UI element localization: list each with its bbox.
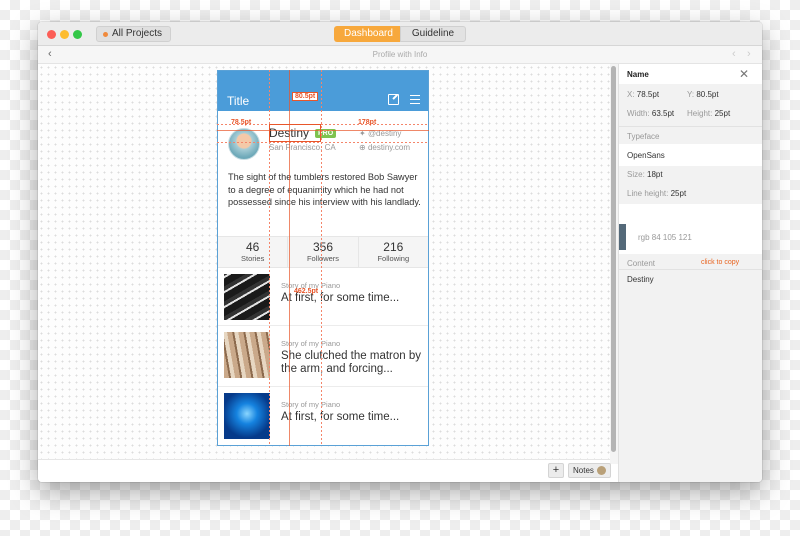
inspector-header: Name ✕ bbox=[619, 64, 762, 84]
inspector-title: Name bbox=[627, 70, 649, 79]
stat-stories[interactable]: 46 Stories bbox=[218, 237, 289, 267]
x-value[interactable]: 78.5pt bbox=[637, 90, 659, 99]
stat-label: Followers bbox=[306, 254, 340, 263]
color-swatch[interactable] bbox=[619, 224, 626, 250]
measure-bottom-label: 462.5pt bbox=[294, 288, 319, 295]
size-label: Size: bbox=[627, 170, 645, 179]
stat-value: 216 bbox=[383, 240, 404, 254]
content-value[interactable]: Destiny bbox=[627, 275, 654, 284]
story-item[interactable]: Story of my Piano At first, for some tim… bbox=[218, 269, 428, 326]
size-value[interactable]: 18pt bbox=[647, 170, 663, 179]
height-value[interactable]: 25pt bbox=[715, 109, 731, 118]
all-projects-button[interactable]: All Projects bbox=[96, 26, 172, 42]
guide-line bbox=[217, 142, 429, 143]
notes-badge-icon bbox=[596, 466, 606, 475]
width-label: Width: bbox=[627, 109, 650, 118]
divider bbox=[619, 269, 762, 270]
phone-artboard[interactable]: Title Destiny PRO San Francisco, CA ✦ @d… bbox=[217, 70, 429, 446]
stat-value: 46 bbox=[245, 240, 260, 254]
profile-bio: The sight of the tumblers restored Bob S… bbox=[228, 172, 421, 207]
measure-line bbox=[217, 130, 429, 131]
close-icon[interactable]: ✕ bbox=[739, 67, 749, 81]
inspector-panel: Name ✕ X: 78.5pt Y: 80.5pt Width: 63.5pt… bbox=[618, 64, 762, 482]
selection-box[interactable] bbox=[269, 124, 321, 142]
typeface-name: OpenSans bbox=[627, 151, 665, 160]
menu-icon[interactable] bbox=[410, 95, 420, 104]
stat-value: 356 bbox=[312, 240, 333, 254]
notes-label: Notes bbox=[573, 466, 594, 475]
zoom-window-button[interactable] bbox=[73, 30, 82, 39]
content-label: Content bbox=[627, 259, 656, 268]
page-bar: ‹ Profile with Info ‹ › bbox=[38, 46, 762, 64]
size-field: Size: 18pt bbox=[627, 170, 663, 179]
x-position: X: 78.5pt bbox=[627, 90, 659, 99]
lineheight-field: Line height: 25pt bbox=[627, 189, 686, 198]
story-thumbnail bbox=[224, 332, 270, 378]
typeface-label: Typeface bbox=[627, 132, 660, 141]
close-window-button[interactable] bbox=[47, 30, 56, 39]
y-position: Y: 80.5pt bbox=[687, 90, 719, 99]
guide-line bbox=[321, 70, 322, 446]
story-thumbnail bbox=[224, 393, 270, 439]
scrollbar-thumb[interactable] bbox=[611, 66, 616, 452]
copy-link[interactable]: click to copy bbox=[701, 259, 739, 266]
stat-following[interactable]: 216 Following bbox=[359, 237, 428, 267]
tab-dashboard[interactable]: Dashboard bbox=[334, 26, 400, 42]
measure-top-label: 80.5pt bbox=[292, 92, 319, 101]
width-value[interactable]: 63.5pt bbox=[652, 109, 674, 118]
measure-left-label: 78.5pt bbox=[231, 119, 252, 126]
bottom-toolbar: + Notes bbox=[38, 459, 611, 482]
page-title: Profile with Info bbox=[372, 50, 428, 59]
title-bar: All Projects Dashboard Guideline bbox=[38, 22, 762, 46]
profile-location: San Francisco, CA bbox=[269, 143, 336, 152]
website-link[interactable]: ⊕ destiny.com bbox=[359, 143, 410, 152]
story-thumbnail bbox=[224, 274, 270, 320]
notes-button[interactable]: Notes bbox=[568, 463, 611, 478]
minimize-window-button[interactable] bbox=[60, 30, 69, 39]
typeface-value[interactable]: OpenSans bbox=[627, 151, 665, 160]
story-headline: At first, for some time... bbox=[281, 411, 400, 423]
stat-followers[interactable]: 356 Followers bbox=[288, 237, 359, 267]
divider bbox=[619, 126, 762, 127]
edit-icon[interactable] bbox=[388, 94, 399, 105]
status-dot-icon bbox=[103, 31, 108, 37]
stat-label: Following bbox=[377, 254, 410, 263]
website-text: destiny.com bbox=[367, 143, 411, 152]
story-item[interactable]: Story of my Piano At first, for some tim… bbox=[218, 388, 428, 446]
globe-icon: ⊕ bbox=[359, 143, 366, 152]
avatar bbox=[228, 128, 260, 160]
header-title: Title bbox=[227, 94, 250, 108]
color-block bbox=[619, 204, 762, 254]
content-text: Destiny bbox=[627, 275, 654, 284]
tab-guideline[interactable]: Guideline bbox=[400, 26, 466, 42]
stat-label: Stories bbox=[240, 254, 265, 263]
color-value[interactable]: rgb 84 105 121 bbox=[638, 233, 692, 242]
y-value[interactable]: 80.5pt bbox=[696, 90, 718, 99]
story-item[interactable]: Story of my Piano She clutched the matro… bbox=[218, 327, 428, 387]
lineheight-label: Line height: bbox=[627, 189, 669, 198]
view-switcher: Dashboard Guideline bbox=[334, 26, 466, 42]
previous-page-icon[interactable]: ‹ bbox=[732, 48, 736, 60]
vertical-scrollbar[interactable] bbox=[610, 64, 618, 464]
height-field: Height: 25pt bbox=[687, 109, 730, 118]
app-window: All Projects Dashboard Guideline ‹ Profi… bbox=[38, 22, 762, 482]
y-label: Y: bbox=[687, 90, 695, 99]
story-headline: She clutched the matron by the arm, and … bbox=[281, 350, 421, 375]
app-header: Title bbox=[218, 71, 428, 111]
height-label: Height: bbox=[687, 109, 713, 118]
next-page-icon[interactable]: › bbox=[747, 48, 751, 60]
add-note-button[interactable]: + bbox=[548, 463, 564, 478]
measure-right-label: 178pt bbox=[358, 119, 377, 126]
stats-bar: 46 Stories 356 Followers 216 Following bbox=[218, 236, 428, 268]
lineheight-value[interactable]: 25pt bbox=[671, 189, 687, 198]
all-projects-label: All Projects bbox=[112, 28, 163, 39]
x-label: X: bbox=[627, 90, 635, 99]
width-field: Width: 63.5pt bbox=[627, 109, 674, 118]
